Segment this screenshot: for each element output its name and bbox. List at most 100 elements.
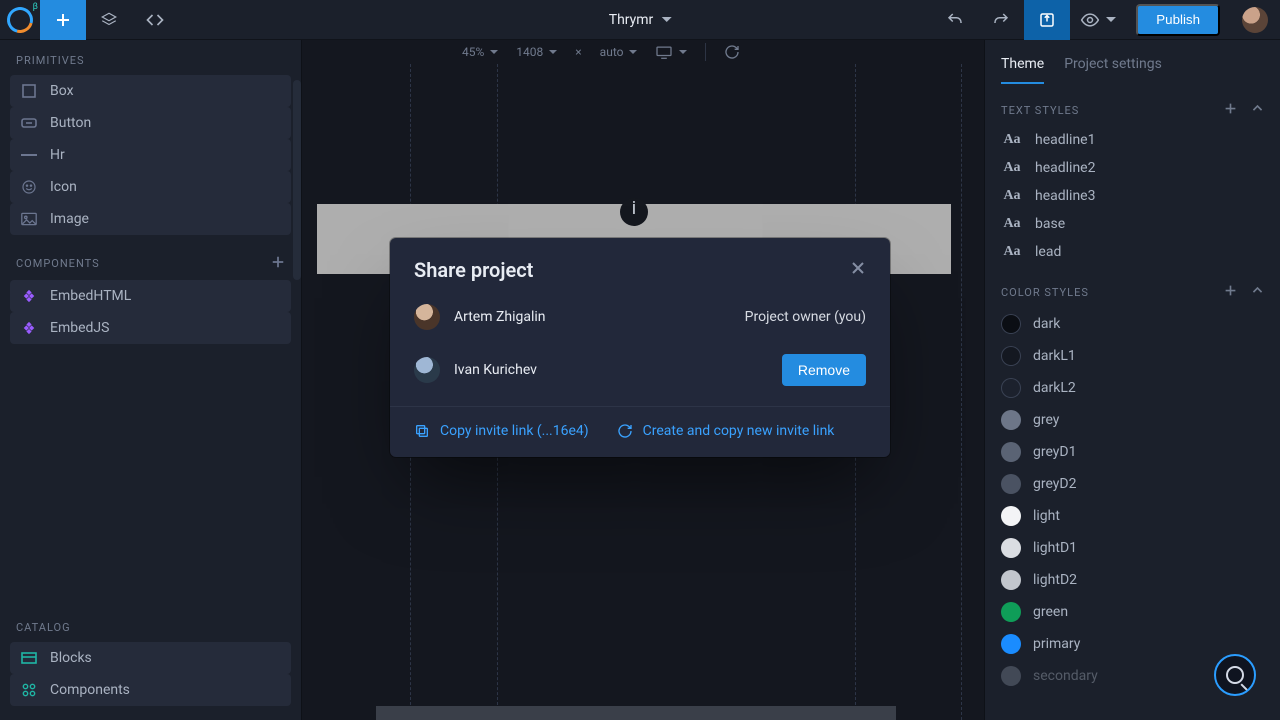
box-icon xyxy=(20,83,38,99)
redo-button[interactable] xyxy=(978,0,1024,40)
zoom-control[interactable]: 45% xyxy=(462,45,498,59)
plus-icon xyxy=(1224,284,1237,297)
new-invite-label: Create and copy new invite link xyxy=(643,423,835,439)
catalog-components[interactable]: Components xyxy=(10,674,291,706)
color-swatch xyxy=(1001,634,1021,654)
user-avatar[interactable] xyxy=(1242,7,1268,33)
share-modal: Share project Artem Zhigalin Project own… xyxy=(390,238,890,457)
member-role: Project owner (you) xyxy=(745,309,866,325)
color-swatch xyxy=(1001,410,1021,430)
add-color-style-button[interactable] xyxy=(1224,284,1237,300)
text-style-item[interactable]: Aaheadline1 xyxy=(993,126,1272,154)
text-style-icon: Aa xyxy=(1001,188,1023,204)
button-icon xyxy=(20,117,38,129)
color-style-item[interactable]: lightD2 xyxy=(993,564,1272,596)
layers-button[interactable] xyxy=(86,0,132,40)
beta-badge: β xyxy=(33,2,38,12)
modal-title: Share project xyxy=(414,258,533,282)
color-style-item[interactable]: green xyxy=(993,596,1272,628)
text-style-label: headline3 xyxy=(1035,188,1095,204)
hr-icon xyxy=(20,153,38,157)
text-style-item[interactable]: Aalead xyxy=(993,238,1272,266)
member-name: Artem Zhigalin xyxy=(454,309,731,325)
color-style-item[interactable]: darkL1 xyxy=(993,340,1272,372)
height-value: auto xyxy=(600,45,624,59)
text-style-icon: Aa xyxy=(1001,160,1023,176)
width-control[interactable]: 1408 xyxy=(516,45,557,59)
catalog-blocks[interactable]: Blocks xyxy=(10,642,291,674)
undo-button[interactable] xyxy=(932,0,978,40)
collapse-section-button[interactable] xyxy=(1251,284,1264,300)
primitive-icon[interactable]: Icon xyxy=(10,171,291,203)
help-button[interactable] xyxy=(1214,654,1256,696)
component-embedhtml[interactable]: EmbedHTML xyxy=(10,280,291,312)
text-style-item[interactable]: Aabase xyxy=(993,210,1272,238)
canvas-block[interactable] xyxy=(376,706,896,720)
close-button[interactable] xyxy=(850,260,866,281)
component-embedjs[interactable]: EmbedJS xyxy=(10,312,291,344)
width-value: 1408 xyxy=(516,45,543,59)
primitive-box[interactable]: Box xyxy=(10,75,291,107)
color-style-item[interactable]: grey xyxy=(993,404,1272,436)
refresh-button[interactable] xyxy=(724,44,740,60)
project-switcher[interactable]: Thrymr xyxy=(609,12,672,28)
page-infotip[interactable]: i xyxy=(620,198,648,226)
device-preset[interactable] xyxy=(655,45,687,59)
copy-invite-link[interactable]: Copy invite link (...16e4) xyxy=(414,423,589,439)
add-component-button[interactable] xyxy=(271,255,285,272)
member-name: Ivan Kurichev xyxy=(454,362,768,378)
share-button[interactable] xyxy=(1024,0,1070,40)
add-button[interactable] xyxy=(40,0,86,40)
color-swatch xyxy=(1001,538,1021,558)
color-styles-label: COLOR STYLES xyxy=(1001,286,1089,299)
preview-button[interactable] xyxy=(1070,0,1126,40)
color-style-label: grey xyxy=(1033,412,1059,428)
right-panel-tabs: Theme Project settings xyxy=(985,40,1280,84)
color-style-item[interactable]: darkL2 xyxy=(993,372,1272,404)
color-style-label: light xyxy=(1033,508,1060,524)
collapse-section-button[interactable] xyxy=(1251,102,1264,118)
primitive-label: Image xyxy=(50,211,89,227)
color-style-label: secondary xyxy=(1033,668,1098,684)
primitive-label: Icon xyxy=(50,179,77,195)
color-styles-list: darkdarkL1darkL2 grey greyD1greyD2 light lig… xyxy=(985,308,1280,692)
color-swatch xyxy=(1001,666,1021,686)
color-style-item[interactable]: light xyxy=(993,500,1272,532)
publish-button[interactable]: Publish xyxy=(1136,4,1220,36)
color-style-item[interactable]: greyD1 xyxy=(993,436,1272,468)
chevron-up-icon xyxy=(1251,102,1264,115)
color-style-item[interactable]: lightD1 xyxy=(993,532,1272,564)
chevron-up-icon xyxy=(1251,284,1264,297)
component-icon xyxy=(20,321,38,335)
code-icon xyxy=(145,10,165,30)
tab-project-settings[interactable]: Project settings xyxy=(1064,56,1162,84)
component-label: EmbedJS xyxy=(50,320,109,336)
catalog-label: CATALOG xyxy=(16,621,71,634)
primitive-button[interactable]: Button xyxy=(10,107,291,139)
color-style-label: green xyxy=(1033,604,1068,620)
color-swatch xyxy=(1001,570,1021,590)
desktop-icon xyxy=(655,45,673,59)
create-new-invite-link[interactable]: Create and copy new invite link xyxy=(617,423,835,439)
text-style-item[interactable]: Aaheadline2 xyxy=(993,154,1272,182)
color-style-label: lightD1 xyxy=(1033,540,1077,556)
remove-member-button[interactable]: Remove xyxy=(782,354,866,386)
color-style-item[interactable]: greyD2 xyxy=(993,468,1272,500)
primitive-label: Hr xyxy=(50,147,65,163)
tab-theme[interactable]: Theme xyxy=(1001,56,1044,84)
plus-icon xyxy=(55,12,71,28)
components-heading: COMPONENTS xyxy=(0,241,301,280)
chevron-down-icon xyxy=(679,50,687,54)
primitive-image[interactable]: Image xyxy=(10,203,291,235)
chevron-down-icon xyxy=(1106,17,1116,22)
color-style-item[interactable]: dark xyxy=(993,308,1272,340)
add-text-style-button[interactable] xyxy=(1224,102,1237,118)
scrollbar[interactable] xyxy=(293,80,301,280)
code-button[interactable] xyxy=(132,0,178,40)
height-control[interactable]: auto xyxy=(600,45,638,59)
member-avatar xyxy=(414,304,440,330)
color-swatch xyxy=(1001,346,1021,366)
primitive-hr[interactable]: Hr xyxy=(10,139,291,171)
app-logo[interactable]: β xyxy=(0,0,40,40)
text-style-item[interactable]: Aa headline3 xyxy=(993,182,1272,210)
